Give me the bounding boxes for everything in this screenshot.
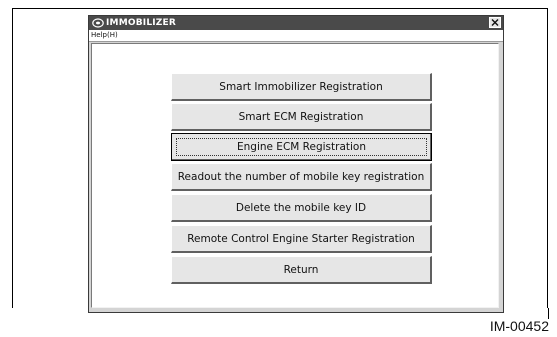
remote-engine-starter-registration-button[interactable]: Remote Control Engine Starter Registrati… (171, 225, 432, 253)
button-panel: Smart Immobilizer Registration Smart ECM… (91, 43, 499, 308)
window-title: IMMOBILIZER (106, 18, 177, 28)
smart-ecm-registration-button[interactable]: Smart ECM Registration (171, 103, 432, 131)
close-button[interactable] (489, 17, 501, 28)
button-label: Engine ECM Registration (236, 141, 366, 153)
readout-mobile-key-count-button[interactable]: Readout the number of mobile key registr… (171, 163, 432, 191)
app-disc-icon (92, 18, 104, 28)
button-label: Readout the number of mobile key registr… (177, 170, 425, 183)
button-label: Delete the mobile key ID (235, 201, 367, 214)
title-bar[interactable]: IMMOBILIZER (89, 16, 503, 30)
immobilizer-window: IMMOBILIZER Help(H) Smart Immobilizer Re… (88, 15, 504, 313)
delete-mobile-key-id-button[interactable]: Delete the mobile key ID (171, 194, 432, 222)
menu-help[interactable]: Help(H) (91, 30, 118, 40)
smart-immobilizer-registration-button[interactable]: Smart Immobilizer Registration (171, 73, 432, 101)
engine-ecm-registration-button[interactable]: Engine ECM Registration (171, 133, 432, 161)
button-label: Smart ECM Registration (238, 110, 364, 123)
button-label: Return (283, 263, 319, 276)
close-icon (491, 19, 499, 26)
button-label: Remote Control Engine Starter Registrati… (187, 232, 415, 245)
return-button[interactable]: Return (171, 256, 432, 284)
menu-bar: Help(H) (89, 30, 503, 42)
figure-code: IM-00452 (489, 318, 549, 334)
button-label: Smart Immobilizer Registration (219, 80, 383, 93)
